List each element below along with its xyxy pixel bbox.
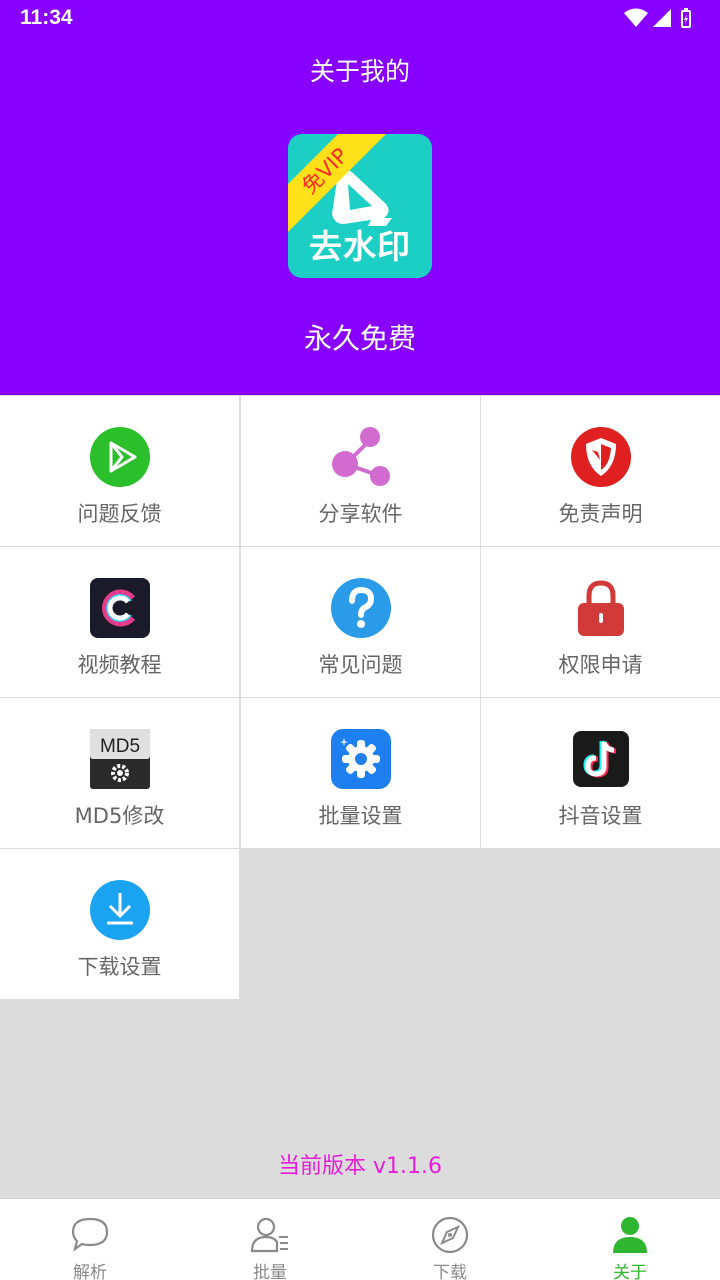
menu-item-permissions[interactable]: 权限申请 — [481, 547, 720, 697]
menu-item-faq[interactable]: 常见问题 — [241, 547, 480, 697]
play-icon — [90, 427, 150, 487]
page-title: 关于我的 — [309, 57, 410, 86]
gear-icon — [331, 729, 391, 789]
person-icon — [613, 1217, 647, 1253]
menu-item-label: 分享软件 — [318, 502, 403, 526]
status-time: 11:34 — [20, 6, 73, 29]
shield-icon — [571, 427, 631, 487]
download-icon — [90, 880, 150, 940]
subtitle: 永久免费 — [303, 322, 416, 355]
chat-bubble-icon — [71, 1217, 109, 1252]
menu-item-label: MD5修改 — [74, 804, 165, 828]
user-list-icon — [250, 1217, 288, 1253]
tab-download[interactable]: 下载 — [360, 1199, 540, 1280]
tab-batch[interactable]: 批量 — [180, 1199, 360, 1280]
menu-item-label: 常见问题 — [318, 653, 403, 677]
menu-item-label: 视频教程 — [77, 653, 162, 677]
wifi-icon — [624, 8, 648, 27]
tab-parse[interactable]: 解析 — [0, 1199, 180, 1280]
compass-icon — [431, 1216, 469, 1254]
app-logo: 免VIP 去水印 — [288, 134, 432, 278]
bottom-tab-bar: 解析 批量 下载 关于 — [0, 1198, 720, 1280]
tab-label: 关于 — [613, 1263, 647, 1280]
signal-icon — [653, 9, 671, 27]
menu-item-label: 权限申请 — [558, 653, 643, 677]
lock-icon — [578, 580, 624, 636]
md5-badge-text: MD5 — [100, 736, 140, 757]
menu-item-label: 问题反馈 — [77, 502, 162, 526]
logo-text: 去水印 — [309, 227, 411, 266]
tab-about[interactable]: 关于 — [540, 1199, 720, 1280]
menu-item-share[interactable]: 分享软件 — [241, 396, 480, 546]
tab-label: 批量 — [253, 1263, 287, 1280]
md5-icon: MD5 — [90, 729, 150, 789]
tiktok-icon — [573, 731, 629, 787]
menu-item-download-settings[interactable]: 下载设置 — [0, 849, 239, 999]
menu-item-douyin-settings[interactable]: 抖音设置 — [481, 698, 720, 848]
menu-item-batch-settings[interactable]: 批量设置 — [241, 698, 480, 848]
question-icon — [331, 578, 391, 638]
menu-item-label: 下载设置 — [77, 955, 162, 979]
header: 11:34 关于我的 免VIP 去水印 永久免费 — [0, 0, 720, 395]
menu-item-label: 批量设置 — [318, 804, 403, 828]
menu-item-feedback[interactable]: 问题反馈 — [0, 396, 239, 546]
menu-item-md5[interactable]: MD5 MD5修改 — [0, 698, 239, 848]
status-icons — [624, 8, 704, 28]
tab-label: 下载 — [433, 1263, 467, 1280]
share-icon — [332, 427, 390, 486]
version-text: 当前版本 v1.1.6 — [278, 1154, 442, 1179]
menu-item-label: 免责声明 — [558, 502, 643, 526]
menu-item-video-tutorial[interactable]: 视频教程 — [0, 547, 239, 697]
video-tutorial-icon — [90, 578, 150, 638]
battery-icon — [681, 8, 691, 28]
status-bar: 11:34 — [0, 0, 720, 36]
menu-item-label: 抖音设置 — [558, 804, 643, 828]
menu-item-disclaimer[interactable]: 免责声明 — [481, 396, 720, 546]
tab-label: 解析 — [73, 1263, 107, 1280]
